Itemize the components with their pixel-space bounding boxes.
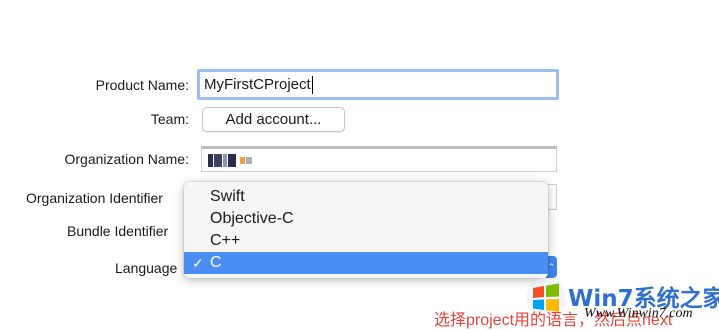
organization-name-label: Organization Name: bbox=[64, 151, 189, 167]
menu-item-objective-c[interactable]: Objective-C bbox=[184, 208, 548, 230]
bundle-identifier-label: Bundle Identifier bbox=[67, 223, 169, 239]
menu-item-label: C++ bbox=[210, 232, 241, 249]
menu-item-swift[interactable]: Swift bbox=[184, 186, 548, 208]
organization-name-field[interactable] bbox=[201, 146, 557, 172]
product-name-value: MyFirstCProject bbox=[204, 76, 311, 93]
organization-name-redacted-image bbox=[208, 153, 252, 167]
add-account-button[interactable]: Add account... bbox=[202, 107, 345, 132]
menu-item-cpp[interactable]: C++ bbox=[184, 230, 548, 252]
menu-item-label: C bbox=[210, 254, 222, 271]
language-label: Language bbox=[115, 260, 178, 276]
organization-identifier-label: Organization Identifier bbox=[26, 190, 163, 206]
watermark-url: Www.Winwin7.com bbox=[584, 306, 693, 321]
checkmark-icon: ✓ bbox=[192, 254, 204, 271]
product-name-field[interactable]: MyFirstCProject bbox=[197, 69, 559, 100]
language-dropdown-menu[interactable]: Swift Objective-C C++ ✓ C bbox=[184, 182, 548, 278]
team-label: Team: bbox=[150, 111, 189, 127]
text-caret bbox=[311, 75, 313, 94]
menu-item-c[interactable]: ✓ C bbox=[184, 252, 548, 274]
menu-item-label: Objective-C bbox=[210, 210, 294, 227]
product-name-label: Product Name: bbox=[95, 77, 189, 93]
menu-item-label: Swift bbox=[210, 188, 245, 205]
